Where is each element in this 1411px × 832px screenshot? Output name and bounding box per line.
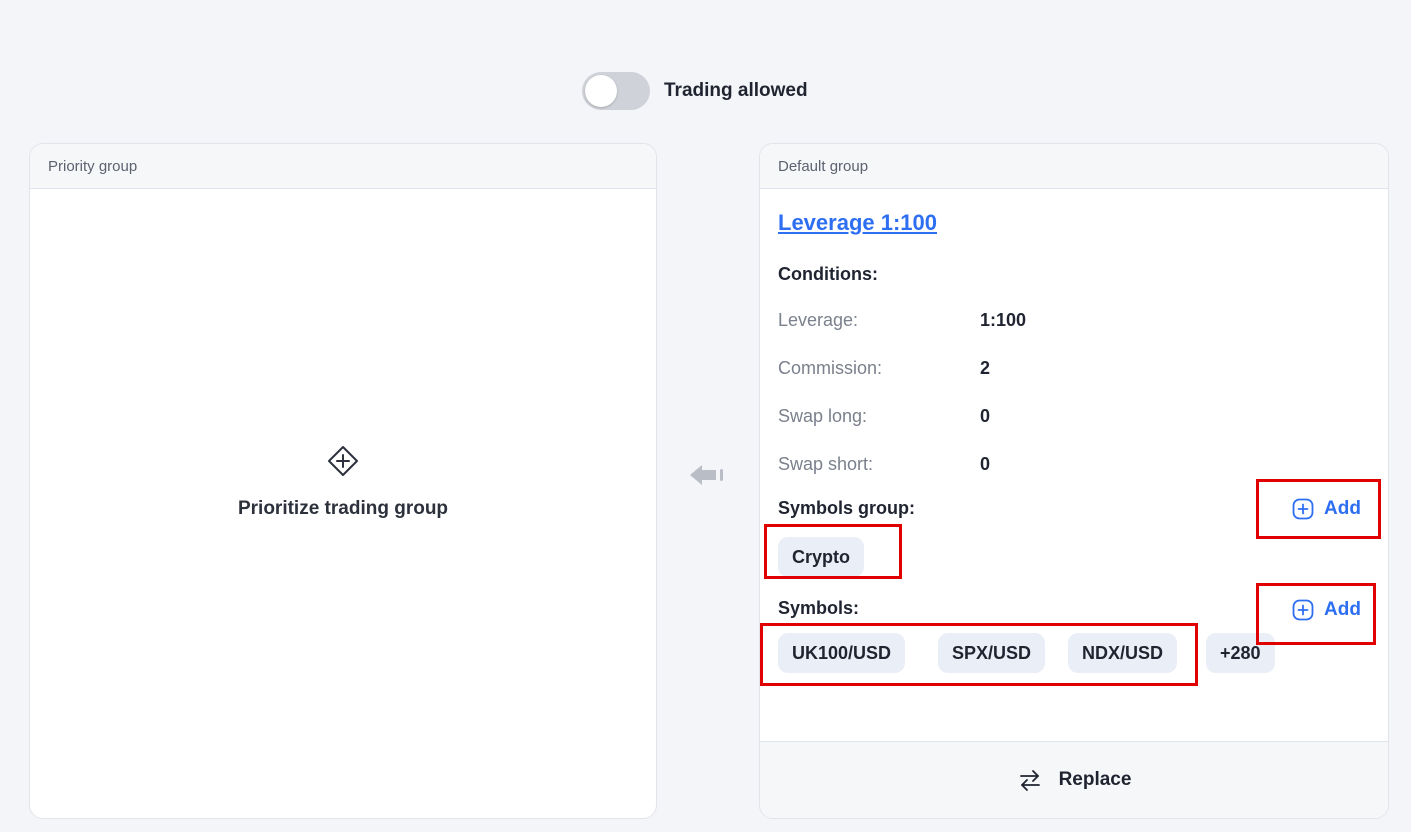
- default-group-header: Default group: [760, 144, 1388, 189]
- plus-square-icon: [1292, 599, 1314, 621]
- replace-label: Replace: [1058, 769, 1132, 790]
- symbol-chip[interactable]: SPX/USD: [938, 633, 1046, 673]
- add-label: Add: [1324, 599, 1361, 620]
- symbols-group-chip[interactable]: Crypto: [778, 537, 864, 577]
- condition-row-swap-long: Swap long: 0: [778, 406, 990, 427]
- condition-label: Leverage:: [778, 310, 859, 330]
- condition-row-leverage: Leverage: 1:100: [778, 310, 1026, 331]
- symbols-more-chip[interactable]: +280: [1206, 633, 1275, 673]
- priority-group-card: Priority group Prioritize trading group: [29, 143, 657, 819]
- top-bar: Trading allowed: [0, 0, 1411, 140]
- arrow-left-icon: [686, 460, 730, 490]
- toggle-knob: [585, 75, 617, 107]
- trading-allowed-toggle-group: Trading allowed: [582, 72, 808, 110]
- prioritize-group-action: Prioritize trading group: [30, 444, 656, 523]
- condition-label: Commission:: [778, 358, 883, 378]
- conditions-title: Conditions:: [778, 264, 878, 284]
- replace-button[interactable]: Replace: [760, 741, 1388, 818]
- default-group-card: Default group Leverage 1:100 Conditions:…: [759, 143, 1389, 819]
- diamond-plus-icon[interactable]: [326, 444, 360, 478]
- add-label: Add: [1324, 498, 1361, 519]
- leverage-group-link[interactable]: Leverage 1:100: [778, 210, 937, 236]
- symbol-chip[interactable]: NDX/USD: [1068, 633, 1178, 673]
- condition-label: Swap short:: [778, 454, 874, 474]
- prioritize-trading-group-button[interactable]: Prioritize trading group: [233, 495, 453, 523]
- symbols-group-title: Symbols group:: [778, 498, 916, 518]
- symbols-title: Symbols:: [778, 598, 860, 618]
- condition-value: 1:100: [980, 310, 1027, 330]
- trading-allowed-label: Trading allowed: [664, 80, 808, 101]
- condition-row-swap-short: Swap short: 0: [778, 454, 990, 475]
- condition-value: 0: [980, 406, 991, 426]
- condition-value: 0: [980, 454, 991, 474]
- add-symbols-group-button[interactable]: Add: [1292, 498, 1361, 520]
- condition-row-commission: Commission: 2: [778, 358, 990, 379]
- add-symbols-button[interactable]: Add: [1292, 599, 1361, 621]
- priority-group-header: Priority group: [30, 144, 656, 189]
- trading-allowed-toggle[interactable]: [582, 72, 650, 110]
- swap-arrows-icon: [1019, 770, 1040, 791]
- condition-label: Swap long:: [778, 406, 868, 426]
- condition-value: 2: [980, 358, 991, 378]
- plus-square-icon: [1292, 498, 1314, 520]
- symbol-chip[interactable]: UK100/USD: [778, 633, 906, 673]
